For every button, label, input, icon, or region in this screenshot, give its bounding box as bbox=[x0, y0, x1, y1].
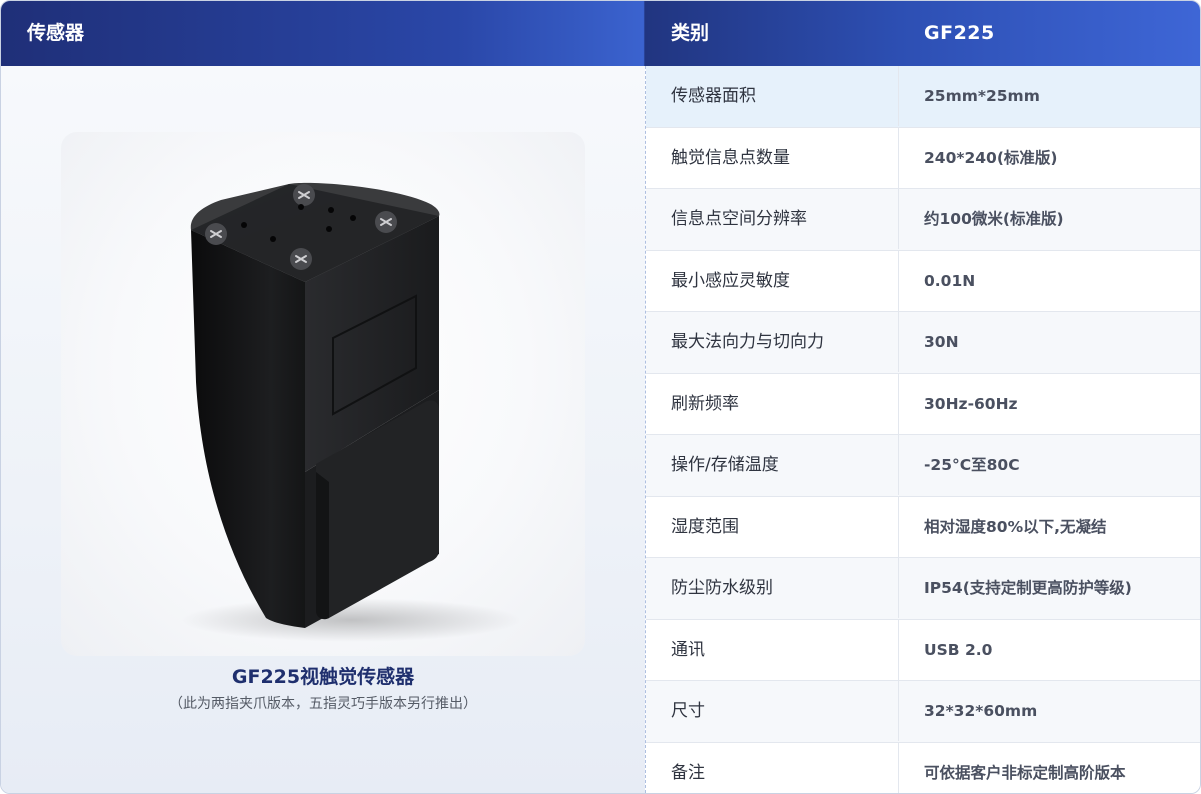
spec-label: 操作/存储温度 bbox=[671, 455, 779, 475]
column-divider bbox=[898, 681, 899, 741]
table-row: 防尘防水级别 IP54(支持定制更高防护等级) bbox=[646, 558, 1200, 620]
spec-label: 备注 bbox=[671, 762, 705, 783]
spec-value: 可依据客户非标定制高阶版本 bbox=[924, 763, 1126, 782]
spec-label: 尺寸 bbox=[671, 701, 705, 721]
spec-table: 传感器面积 25mm*25mm 触觉信息点数量 240*240(标准版) 信息点… bbox=[646, 66, 1200, 793]
spec-label: 刷新频率 bbox=[671, 393, 739, 414]
header-model: GF225 bbox=[924, 22, 995, 44]
spec-value: 25mm*25mm bbox=[924, 87, 1040, 105]
column-divider bbox=[898, 496, 899, 557]
product-panel: GF225视触觉传感器 （此为两指夹爪版本，五指灵巧手版本另行推出） bbox=[1, 66, 645, 793]
column-divider bbox=[898, 619, 899, 680]
header-category: 类别 bbox=[671, 22, 710, 44]
table-row: 最大法向力与切向力 30N bbox=[646, 312, 1200, 374]
product-note: （此为两指夹爪版本，五指灵巧手版本另行推出） bbox=[169, 696, 477, 712]
column-divider bbox=[898, 435, 899, 495]
spec-value: 相对湿度80%以下,无凝结 bbox=[924, 517, 1107, 536]
table-row: 信息点空间分辨率 约100微米(标准版) bbox=[646, 189, 1200, 251]
table-row: 刷新频率 30Hz-60Hz bbox=[646, 373, 1200, 435]
spec-value: 30N bbox=[924, 333, 959, 351]
spec-value: 约100微米(标准版) bbox=[924, 210, 1064, 228]
table-row: 触觉信息点数量 240*240(标准版) bbox=[646, 127, 1200, 189]
sensor-device-illustration bbox=[181, 182, 521, 642]
spec-label: 最大法向力与切向力 bbox=[671, 332, 824, 352]
table-row: 湿度范围 相对湿度80%以下,无凝结 bbox=[646, 496, 1200, 558]
table-row: 通讯 USB 2.0 bbox=[646, 619, 1200, 681]
column-divider bbox=[898, 373, 899, 434]
spec-label: 防尘防水级别 bbox=[671, 578, 773, 598]
spec-label: 通讯 bbox=[671, 639, 705, 660]
spec-label: 信息点空间分辨率 bbox=[671, 209, 807, 229]
spec-value: 0.01N bbox=[924, 271, 976, 290]
column-divider bbox=[898, 312, 899, 372]
spec-label: 湿度范围 bbox=[671, 516, 739, 537]
column-divider bbox=[898, 250, 899, 311]
spec-label: 传感器面积 bbox=[671, 86, 756, 106]
spec-value: -25°C至80C bbox=[924, 456, 1020, 474]
spec-card: 传感器 类别 GF225 GF225视触觉传感器 （此为两指夹爪版本，五指灵巧手… bbox=[0, 0, 1201, 794]
table-row: 备注 可依据客户非标定制高阶版本 bbox=[646, 742, 1200, 793]
spec-value: USB 2.0 bbox=[924, 640, 993, 659]
column-divider bbox=[898, 742, 899, 793]
spec-value: 240*240(标准版) bbox=[924, 148, 1058, 167]
column-divider bbox=[898, 66, 899, 126]
header-sensor: 传感器 bbox=[27, 22, 85, 44]
table-row: 操作/存储温度 -25°C至80C bbox=[646, 435, 1200, 497]
spec-value: 32*32*60mm bbox=[924, 702, 1038, 720]
table-row: 最小感应灵敏度 0.01N bbox=[646, 250, 1200, 312]
column-divider bbox=[898, 127, 899, 188]
table-row: 尺寸 32*32*60mm bbox=[646, 681, 1200, 743]
table-header: 传感器 类别 GF225 bbox=[1, 1, 1200, 66]
product-photo bbox=[61, 132, 585, 656]
product-title: GF225视触觉传感器 bbox=[231, 666, 415, 688]
spec-label: 触觉信息点数量 bbox=[671, 147, 790, 168]
spec-label: 最小感应灵敏度 bbox=[671, 270, 790, 291]
column-divider bbox=[898, 189, 899, 249]
table-row: 传感器面积 25mm*25mm bbox=[646, 66, 1200, 128]
column-divider bbox=[898, 558, 899, 618]
spec-value: IP54(支持定制更高防护等级) bbox=[924, 579, 1132, 597]
spec-value: 30Hz-60Hz bbox=[924, 394, 1018, 413]
